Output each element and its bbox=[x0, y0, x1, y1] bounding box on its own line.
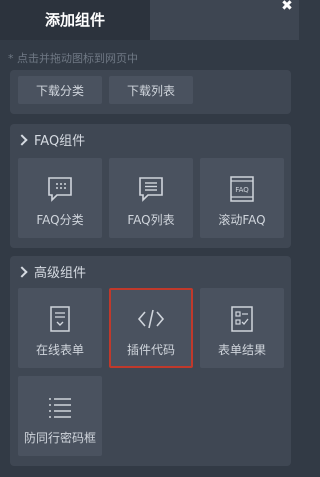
component-label: 下载列表 bbox=[126, 84, 175, 98]
component-download-list[interactable]: 下载列表 bbox=[109, 76, 193, 104]
component-scroll-faq[interactable]: FAQ 滚动FAQ bbox=[200, 158, 284, 238]
form-result-icon bbox=[227, 304, 257, 334]
component-label: 插件代码 bbox=[126, 343, 175, 357]
close-button[interactable]: ✖ bbox=[279, 0, 295, 14]
component-download-category[interactable]: 下载分类 bbox=[18, 76, 102, 104]
advanced-panel-header[interactable]: 高级组件 bbox=[16, 262, 87, 281]
advanced-panel: 高级组件 在线表单 插件代码 表单结果 防同行密码框 bbox=[10, 256, 291, 466]
tab-bar: 添加组件 bbox=[0, 0, 299, 40]
drag-hint: * 点击并拖动图标到网页中 bbox=[8, 52, 138, 65]
component-faq-list[interactable]: FAQ列表 bbox=[109, 158, 193, 238]
online-form-icon bbox=[45, 304, 75, 334]
component-label: 滚动FAQ bbox=[218, 213, 266, 227]
component-label: 在线表单 bbox=[35, 343, 84, 357]
component-form-result[interactable]: 表单结果 bbox=[200, 288, 284, 368]
faq-panel-header[interactable]: FAQ组件 bbox=[16, 130, 86, 149]
component-label: FAQ列表 bbox=[127, 213, 175, 227]
component-online-form[interactable]: 在线表单 bbox=[18, 288, 102, 368]
panel-title: 高级组件 bbox=[34, 266, 87, 281]
scroll-faq-icon: FAQ bbox=[227, 174, 257, 204]
plugin-code-icon bbox=[136, 304, 166, 334]
component-faq-category[interactable]: FAQ分类 bbox=[18, 158, 102, 238]
download-panel: 下载分类 下载列表 bbox=[10, 70, 291, 114]
component-label: 下载分类 bbox=[35, 84, 84, 98]
password-box-icon bbox=[45, 392, 75, 422]
tab-add-component[interactable]: 添加组件 bbox=[0, 0, 150, 40]
component-label: FAQ分类 bbox=[36, 213, 84, 227]
chevron-right-icon bbox=[16, 266, 28, 278]
faq-panel: FAQ组件 FAQ分类 FAQ列表 FAQ 滚动FAQ bbox=[10, 124, 291, 248]
component-password-box[interactable]: 防同行密码框 bbox=[18, 376, 102, 456]
chevron-right-icon bbox=[16, 134, 28, 146]
faq-category-icon bbox=[45, 174, 75, 204]
close-icon: ✖ bbox=[281, 0, 293, 14]
scroll-faq-icon-text: FAQ bbox=[235, 186, 249, 194]
faq-list-icon bbox=[136, 174, 166, 204]
component-label: 防同行密码框 bbox=[23, 431, 96, 445]
component-label: 表单结果 bbox=[217, 343, 266, 357]
panel-title: FAQ组件 bbox=[34, 134, 86, 149]
component-plugin-code[interactable]: 插件代码 bbox=[109, 288, 193, 368]
